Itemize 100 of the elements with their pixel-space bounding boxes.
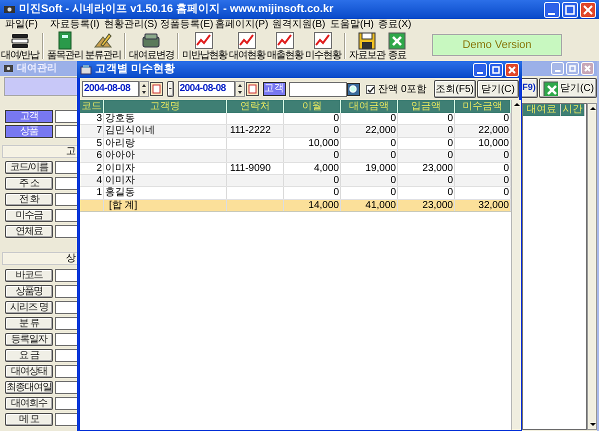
field-label-button[interactable]: 최종대여일 — [5, 381, 53, 394]
spinner-icon — [234, 81, 245, 97]
column-header: 대여료 — [523, 104, 561, 116]
menu-item[interactable]: 자료등록(I) — [50, 19, 100, 31]
table-cell: 0 — [398, 113, 455, 124]
maximize-icon — [562, 2, 578, 18]
table-cell: 0 — [341, 187, 398, 199]
toolbar-button[interactable]: 미반납현황 — [180, 31, 228, 60]
field-label-button[interactable]: 연체료 — [5, 225, 53, 238]
total-cell: 14,000 — [284, 200, 341, 212]
toolbar-button[interactable]: 대여/반납 — [0, 31, 40, 60]
scrollbar[interactable] — [511, 100, 521, 430]
input-field[interactable] — [55, 317, 78, 330]
table-cell: 0 — [341, 174, 398, 186]
menu-item[interactable]: 홈페이지(P) — [215, 19, 268, 31]
input-field[interactable] — [55, 161, 78, 174]
input-field[interactable] — [55, 225, 78, 238]
field-label-button[interactable]: 등록일자 — [5, 333, 53, 346]
input-field[interactable] — [55, 209, 78, 222]
table-cell: 아아아 — [104, 150, 227, 162]
total-cell: 23,000 — [398, 200, 455, 212]
menu-item[interactable]: 현황관리(S) — [104, 19, 158, 31]
menu-item[interactable]: 원격지원(B) — [272, 19, 326, 31]
toolbar-button[interactable]: 품목관리 — [46, 31, 84, 60]
field-label-button[interactable]: 상품 — [5, 125, 53, 138]
input-field[interactable] — [55, 349, 78, 362]
field-label-button[interactable]: 코드/이름 — [5, 161, 53, 174]
search-button[interactable]: 조회(F5) — [434, 80, 476, 98]
field-label-button[interactable]: 상품명 — [5, 285, 53, 298]
input-field[interactable] — [55, 333, 78, 346]
toolbar-button[interactable]: 분류관리 — [84, 31, 122, 60]
date-field[interactable]: 2004-08-08 — [178, 81, 235, 97]
toolbar-button[interactable]: 매출현황 — [266, 31, 304, 60]
table-row[interactable]: 7 김민식이네 111-2222 0 22,000 0 22,000 — [80, 125, 511, 138]
input-field[interactable] — [288, 82, 348, 96]
section-title: 상 — [66, 253, 76, 264]
table-cell: 홍길동 — [104, 187, 227, 199]
table-row[interactable]: 2 이미자 111-9090 4,000 19,000 23,000 0 — [80, 162, 511, 175]
field-label-button[interactable]: 요 금 — [5, 349, 53, 362]
field-label-button[interactable]: 전 화 — [5, 193, 53, 206]
toolbar-button[interactable]: 대여현황 — [228, 31, 266, 60]
table-row[interactable]: 3 강호동 0 0 0 0 — [80, 113, 511, 126]
window-title: 고객별 미수현황 — [95, 62, 176, 78]
spinner-icon — [139, 81, 149, 97]
close-icon — [581, 62, 594, 75]
table-cell: 4 — [80, 174, 104, 186]
field-label-button[interactable]: 미수금 — [5, 209, 53, 222]
field-label-button[interactable]: 대여회수 — [5, 397, 53, 410]
input-field[interactable] — [55, 365, 78, 378]
table-row[interactable]: 4 이미자 0 0 0 0 — [80, 174, 511, 188]
menu-item[interactable]: 정품등록(E) — [160, 19, 214, 31]
menu-item[interactable]: 파일(F) — [5, 19, 38, 31]
range-separator: - — [167, 81, 174, 97]
input-field[interactable] — [55, 177, 78, 190]
field-label-button[interactable]: 분 류 — [5, 317, 53, 330]
toolbar-button[interactable]: 자료보관 — [348, 31, 386, 60]
table-cell: 111-9090 — [227, 162, 284, 174]
close-button[interactable]: 닫기(C) — [539, 78, 597, 98]
chart-icon — [236, 30, 257, 50]
table-cell: 19,000 — [341, 162, 398, 174]
table-row[interactable]: 6 아아아 0 0 0 0 — [80, 150, 511, 163]
table-cell: 이미자 — [104, 174, 227, 186]
close-button[interactable]: 닫기(C) — [476, 80, 519, 98]
input-field[interactable] — [55, 125, 78, 138]
table-row[interactable]: 5 아리랑 10,000 0 0 10,000 — [80, 138, 511, 150]
search-icon — [347, 82, 360, 96]
field-label-button[interactable]: 시리즈 명 — [5, 301, 53, 314]
input-field[interactable] — [55, 269, 78, 282]
table-cell: 111-2222 — [227, 125, 284, 137]
input-field[interactable] — [55, 397, 78, 410]
toolbar-button[interactable]: 종료 — [386, 31, 408, 60]
table-cell: 0 — [341, 138, 398, 150]
input-field[interactable] — [55, 110, 78, 123]
customer-button[interactable]: 고객 — [262, 82, 286, 96]
input-field[interactable] — [55, 381, 78, 394]
table-cell: 5 — [80, 138, 104, 150]
table-cell: 0 — [284, 150, 341, 162]
field-label-button[interactable]: 메 모 — [5, 413, 53, 426]
table-row[interactable]: 1 홍길동 0 0 0 0 — [80, 187, 511, 200]
input-field[interactable] — [55, 301, 78, 314]
input-field[interactable] — [55, 285, 78, 298]
checkbox[interactable] — [366, 84, 376, 94]
field-label-button[interactable]: 고객 — [5, 110, 53, 123]
field-label-button[interactable]: 주 소 — [5, 177, 53, 190]
chart-icon — [274, 30, 295, 50]
scrollbar[interactable] — [587, 103, 597, 430]
toolbar-button[interactable]: 대여료변경 — [128, 31, 175, 60]
date-field[interactable]: 2004-08-08 — [82, 81, 139, 97]
input-field[interactable] — [55, 413, 78, 426]
calendar-icon — [150, 82, 163, 96]
field-label-button[interactable]: 대여상태 — [5, 365, 53, 378]
field-label-button[interactable]: 바코드 — [5, 269, 53, 282]
input-field[interactable] — [55, 193, 78, 206]
pencil-icon — [92, 30, 113, 50]
toolbar-button[interactable]: 미수현황 — [304, 31, 342, 60]
table-cell: 아리랑 — [104, 138, 227, 150]
close-icon — [580, 2, 596, 18]
menu-item[interactable]: 종료(X) — [378, 19, 412, 31]
menu-item[interactable]: 도움말(H) — [330, 19, 374, 31]
table-cell: 0 — [398, 187, 455, 199]
